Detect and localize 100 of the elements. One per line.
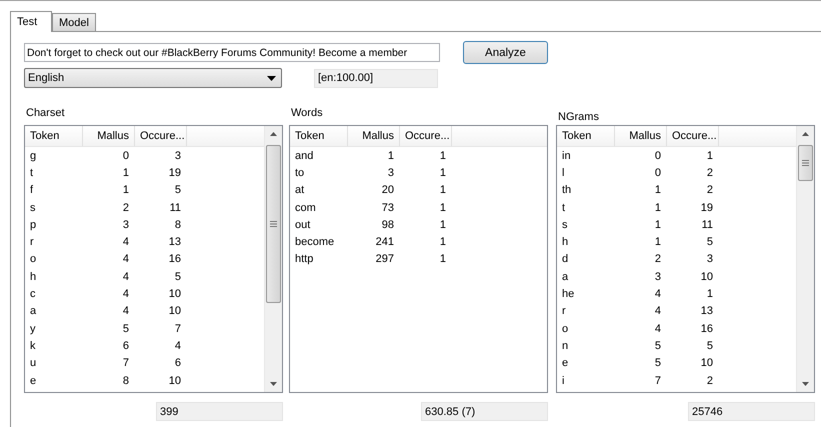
table-cell-text: at [294,184,306,196]
table-cell-text: 1 [122,184,130,196]
table-cell-text: 2 [122,202,130,214]
table-cell-text: become [294,236,336,248]
table-cell-text: 3 [174,150,182,162]
column-header-cell[interactable]: Token [290,126,348,146]
table-cell-text: 16 [700,322,714,335]
scroll-thumb[interactable] [798,145,813,181]
table-cell-text: 7 [122,357,130,370]
panel-title: NGrams [557,111,600,125]
table-cell-text: f [29,184,34,196]
table-cell-text: r [29,236,35,248]
table-cell-text: to [294,166,306,179]
table-cell-text: and [294,150,314,162]
column-header-cell[interactable]: Mallus [615,126,667,146]
total-field: 630.85 (7) [421,402,548,421]
table-cell-text: 10 [168,374,182,386]
analyze-button[interactable]: Analyze [463,41,548,64]
table-cell-text: 2 [706,184,714,196]
table-cell-text: r [561,305,567,318]
table-cell-text: p [29,218,38,231]
table-cell-text: e [29,374,38,386]
table-cell-text: 1 [706,150,714,162]
table-cell-text: 1 [654,218,662,231]
table-cell-text: 10 [700,270,714,283]
table-cell-text: d [561,253,570,266]
table-cell-text: 4 [122,253,130,266]
table-cell-text: 1 [122,166,130,179]
table-cell-text: g [29,150,38,162]
table-cell-text: h [561,236,570,248]
table-cell-text: 1 [438,166,447,179]
table-cell-text: 4 [122,270,130,283]
table-cell-text: 241 [374,236,395,248]
table-cell-text: 3 [706,253,714,266]
language-dropdown[interactable]: English [24,68,282,88]
text-input-field[interactable]: Don't forget to check out our #BlackBerry Forums Community! Become a member [24,43,440,62]
table-cell-text: 1 [386,150,395,162]
column-header-cell[interactable]: Mallus [348,126,400,146]
table-cell-text: 4 [122,288,130,300]
total-field: 25746 [688,402,815,421]
table-cell-text: in [561,150,572,162]
table-cell-text: 1 [438,236,447,248]
table-cell-text: 1 [438,218,447,231]
table-cell-text: 1 [438,202,447,214]
table-cell-text: 20 [380,184,395,196]
table-cell-text: 73 [380,202,395,214]
table-cell-text: 6 [122,340,130,352]
column-header-cell[interactable]: Token [557,126,615,146]
table-cell-text: 5 [654,357,662,370]
tab[interactable]: Model [52,13,96,31]
table-cell-text: 4 [122,305,130,318]
table-cell-text: he [561,288,576,300]
column-header-cell[interactable]: Occure... [667,126,719,146]
scroll-thumb[interactable] [266,145,281,303]
table-cell-text: out [294,218,312,231]
table-cell-text: y [29,322,36,335]
scrollbar[interactable] [796,126,814,392]
table-cell-text: 7 [654,374,662,386]
table-cell-text: t [561,202,566,214]
table-cell-text: 1 [706,288,714,300]
dropdown-arrow-icon [267,76,276,80]
table-cell-text: i [561,374,566,386]
column-header-cell[interactable]: Mallus [83,126,135,146]
table-cell-text: n [561,340,570,352]
table-cell-text: 98 [380,218,395,231]
result-field: [en:100.00] [314,68,438,88]
table-cell-text: a [561,270,570,283]
table-cell-text: 4 [122,236,130,248]
table-cell-text: a [29,305,38,318]
table-cell-text: 1 [438,150,447,162]
table-cell-text: 3 [122,218,130,231]
scroll-down-icon[interactable] [802,382,809,386]
table-cell-text: 8 [174,218,182,231]
table-cell-text: 5 [174,184,182,196]
tab[interactable]: Test [10,11,52,32]
column-header-cell[interactable]: Occure... [400,126,452,146]
table-cell-text: 1 [654,236,662,248]
column-header-cell[interactable]: Token [25,126,83,146]
scroll-up-icon[interactable] [270,132,277,136]
table-cell-text: 2 [654,253,662,266]
table-cell-text: 4 [174,340,182,352]
scroll-down-icon[interactable] [270,382,277,386]
scroll-up-icon[interactable] [802,132,809,136]
table-cell-text: 3 [386,166,395,179]
table-cell-text: 4 [654,322,662,335]
table-cell-text: o [29,253,38,266]
table-cell-text: o [561,322,570,335]
table-cell-text: 5 [122,322,130,335]
table-cell-text: 13 [700,305,714,318]
table-cell-text: t [29,166,34,179]
table-cell-text: 11 [700,218,714,231]
panel-title: Charset [25,107,66,121]
table-cell-text: com [294,202,317,214]
scrollbar[interactable] [264,126,282,392]
column-header-cell[interactable]: Occure... [135,126,187,146]
panel-title: Words [290,107,324,121]
table-cell-text: 19 [700,202,714,214]
table-cell-text: 19 [168,166,182,179]
table-cell-text: s [561,218,568,231]
table-cell-text: 2 [706,166,714,179]
